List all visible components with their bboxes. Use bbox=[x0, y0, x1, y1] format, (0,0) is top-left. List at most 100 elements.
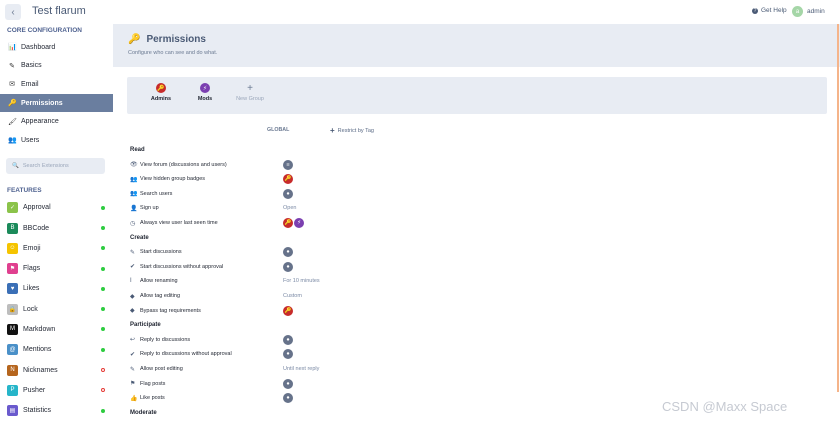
sidebar-item-label: Users bbox=[21, 136, 40, 144]
envelope-icon: ✉ bbox=[9, 81, 15, 89]
section-heading-label: Moderate bbox=[130, 409, 157, 416]
group-admins[interactable]: 🔑 Admins bbox=[141, 83, 181, 102]
sidebar-item-label: Permissions bbox=[21, 99, 63, 107]
get-help-link[interactable]: ? Get Help bbox=[752, 7, 787, 14]
main-content: 🔑 Permissions Configure who can see and … bbox=[113, 24, 840, 423]
permission-dropdown[interactable]: Until next reply bbox=[283, 363, 319, 375]
permission-dropdown[interactable]: ● bbox=[283, 334, 293, 346]
sidebar-item-users[interactable]: 👥 Users bbox=[0, 131, 113, 150]
extension-item-lock[interactable]: 🔒 Lock bbox=[0, 299, 113, 319]
extension-item-emoji[interactable]: ☺ Emoji bbox=[0, 238, 113, 258]
permission-label: Search users bbox=[140, 190, 173, 197]
group-new-group[interactable]: + New Group bbox=[230, 82, 270, 103]
extension-item-mentions[interactable]: @ Mentions bbox=[0, 340, 113, 360]
permission-dropdown[interactable]: Open bbox=[283, 202, 296, 214]
chevron-left-icon[interactable]: ‹ bbox=[5, 4, 21, 20]
scrollbar[interactable] bbox=[837, 24, 839, 392]
permission-label: Reply to discussions bbox=[140, 336, 191, 343]
pusher-icon: P bbox=[7, 384, 18, 396]
sidebar-item-basics[interactable]: ✎ Basics bbox=[0, 57, 113, 76]
sidebar-item-permissions[interactable]: 🔑 Permissions bbox=[0, 93, 113, 113]
extension-status-dot bbox=[101, 327, 105, 332]
emoji-icon: ☺ bbox=[7, 242, 18, 254]
search-extensions-input[interactable]: 🔍 Search Extensions bbox=[6, 157, 105, 174]
sidebar-item-label: Appearance bbox=[21, 118, 59, 126]
permission-row: 👥 Search users ● bbox=[130, 188, 430, 200]
admin-icon: 🔑 bbox=[283, 174, 293, 185]
section-heading-label: Create bbox=[130, 234, 149, 241]
restrict-by-tag-label: Restrict by Tag bbox=[337, 127, 374, 134]
permission-label: Start discussions without approval bbox=[140, 263, 224, 270]
permission-icon: ✔ bbox=[130, 351, 136, 358]
permission-dropdown[interactable]: ● bbox=[283, 392, 293, 404]
extension-item-nicknames[interactable]: N Nicknames bbox=[0, 360, 113, 380]
permission-label: Always view user last seen time bbox=[140, 220, 218, 226]
members-icon: ● bbox=[283, 261, 293, 272]
extension-item-statistics[interactable]: ▤ Statistics bbox=[0, 401, 113, 421]
permission-dropdown[interactable]: 🔑 bbox=[283, 305, 293, 317]
extension-status-dot bbox=[101, 347, 105, 352]
extension-label: Flags bbox=[23, 265, 41, 273]
extension-item-flags[interactable]: ⚑ Flags bbox=[0, 258, 113, 278]
group-mods[interactable]: ⚡ Mods bbox=[185, 83, 225, 102]
permission-icon: ◆ bbox=[130, 293, 135, 300]
top-bar: ‹ Test flarum ? Get Help a admin bbox=[0, 0, 840, 24]
section-heading-label: Read bbox=[130, 147, 145, 153]
extension-item-approval[interactable]: ✓ Approval bbox=[0, 198, 113, 218]
permission-row: I Allow renaming For 10 minutes bbox=[130, 275, 430, 287]
permission-dropdown[interactable]: ● bbox=[283, 246, 293, 258]
permission-dropdown[interactable]: ● bbox=[283, 348, 293, 360]
permission-label: Like posts bbox=[140, 395, 165, 402]
extension-item-markdown[interactable]: M Markdown bbox=[0, 319, 113, 339]
restrict-by-tag-button[interactable]: + Restrict by Tag bbox=[330, 126, 374, 135]
members-icon: ● bbox=[283, 247, 293, 258]
extension-label: Approval bbox=[23, 204, 51, 212]
extension-status-dot bbox=[101, 408, 105, 413]
permission-icon: ◷ bbox=[130, 220, 136, 227]
permission-dropdown[interactable]: Custom bbox=[283, 290, 302, 302]
page-header: 🔑 Permissions Configure who can see and … bbox=[113, 24, 840, 67]
sidebar-item-dashboard[interactable]: 📊 Dashboard bbox=[0, 38, 113, 57]
users-icon: 👥 bbox=[8, 137, 17, 145]
extension-item-pusher[interactable]: P Pusher bbox=[0, 380, 113, 400]
core-configuration-heading: CORE CONFIGURATION bbox=[7, 27, 82, 34]
plus-icon: + bbox=[247, 82, 253, 94]
permission-row: 👤 Sign up Open bbox=[130, 202, 430, 214]
extension-status-dot bbox=[101, 286, 105, 291]
extension-status-dot bbox=[101, 205, 105, 210]
extension-item-likes[interactable]: ♥ Likes bbox=[0, 279, 113, 299]
extension-label: Mentions bbox=[23, 346, 52, 354]
permission-label: Reply to discussions without approval bbox=[140, 351, 232, 358]
permission-dropdown[interactable]: 🔑 bbox=[283, 173, 293, 185]
avatar[interactable]: a bbox=[792, 6, 803, 17]
admin-icon: 🔑 bbox=[283, 218, 293, 228]
permission-dropdown[interactable]: 🔑 ⚡ bbox=[283, 217, 304, 229]
get-help-label: Get Help bbox=[761, 7, 787, 14]
extension-label: Markdown bbox=[23, 325, 56, 333]
permission-dropdown[interactable]: ● bbox=[283, 261, 293, 273]
members-icon: ● bbox=[283, 393, 293, 404]
permission-value: Until next reply bbox=[283, 366, 320, 372]
permission-icon: 👍 bbox=[130, 395, 138, 402]
key-icon: 🔑 bbox=[8, 100, 17, 108]
approval-icon: ✓ bbox=[7, 202, 18, 214]
permission-dropdown[interactable]: ● bbox=[283, 188, 293, 200]
permission-dropdown[interactable]: ● bbox=[283, 378, 293, 390]
group-label: New Group bbox=[236, 96, 264, 102]
forum-title[interactable]: Test flarum bbox=[32, 5, 86, 17]
extension-label: Nicknames bbox=[23, 366, 58, 374]
permission-icon: ⚑ bbox=[130, 381, 136, 388]
permission-dropdown[interactable]: For 10 minutes bbox=[283, 275, 320, 287]
sidebar-item-email[interactable]: ✉ Email bbox=[0, 75, 113, 94]
permission-row: ◆ Bypass tag requirements 🔑 bbox=[130, 305, 430, 317]
extension-label: Lock bbox=[23, 305, 38, 313]
permission-label: Allow tag editing bbox=[140, 293, 181, 299]
extension-item-bbcode[interactable]: B BBCode bbox=[0, 218, 113, 238]
members-icon: ● bbox=[283, 378, 293, 389]
sidebar-item-appearance[interactable]: 🖌 Appearance bbox=[0, 112, 113, 131]
section-heading: Read bbox=[130, 144, 430, 156]
admin-icon: 🔑 bbox=[283, 305, 293, 316]
user-name[interactable]: admin bbox=[807, 8, 825, 15]
permission-dropdown[interactable]: ≡ bbox=[283, 159, 293, 171]
permission-icon: ✔ bbox=[130, 264, 136, 271]
